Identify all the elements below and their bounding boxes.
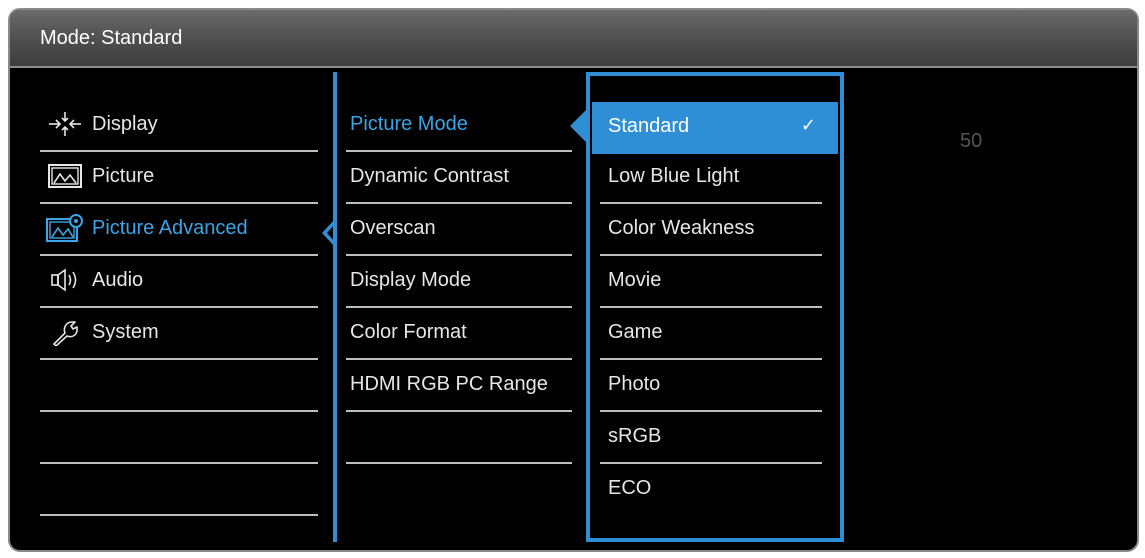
submenu-item-overscan[interactable]: Overscan [346, 204, 572, 256]
option-label: Low Blue Light [608, 165, 740, 187]
option-game[interactable]: Game [592, 308, 822, 360]
submenu-item-label: Dynamic Contrast [350, 165, 509, 187]
options-pointer-icon [570, 106, 590, 146]
picture-advanced-icon [46, 214, 84, 242]
menu-item-picture-advanced[interactable]: Picture Advanced [40, 204, 318, 256]
option-label: sRGB [608, 425, 662, 447]
osd-header: Mode: Standard [10, 10, 1137, 68]
menu-item-empty [40, 464, 318, 516]
option-label: Color Weakness [608, 217, 755, 239]
submenu-item-picture-mode[interactable]: Picture Mode [346, 100, 572, 152]
mode-title: Mode: Standard [40, 27, 183, 49]
option-srgb[interactable]: sRGB [592, 412, 822, 464]
menu-item-empty [40, 412, 318, 464]
divider [40, 514, 318, 516]
value-readout: 50 [960, 130, 983, 152]
option-low-blue-light[interactable]: Low Blue Light [592, 152, 822, 204]
option-standard[interactable]: Standard ✓ [592, 102, 838, 154]
submenu-item-label: Picture Mode [350, 113, 468, 135]
option-label: ECO [608, 477, 652, 499]
submenu-item-display-mode[interactable]: Display Mode [346, 256, 572, 308]
menu-item-label: Audio [92, 268, 144, 291]
submenu-item-label: HDMI RGB PC Range [350, 373, 548, 395]
option-eco[interactable]: ECO [592, 464, 822, 516]
submenu-item-dynamic-contrast[interactable]: Dynamic Contrast [346, 152, 572, 204]
option-movie[interactable]: Movie [592, 256, 822, 308]
display-arrows-icon [46, 110, 84, 138]
submenu-item-label: Color Format [350, 321, 467, 343]
menu-item-label: Display [92, 112, 158, 135]
active-menu-indicator-icon [322, 219, 335, 247]
option-label: Game [608, 321, 663, 343]
submenu-item-empty [346, 412, 572, 464]
submenu-item-hdmi-rgb-pc-range[interactable]: HDMI RGB PC Range [346, 360, 572, 412]
submenu-item-color-format[interactable]: Color Format [346, 308, 572, 360]
option-label: Standard [608, 115, 690, 137]
submenu-item-label: Overscan [350, 217, 436, 239]
checkmark-icon: ✓ [800, 115, 816, 135]
menu-item-picture[interactable]: Picture [40, 152, 318, 204]
menu-item-empty [40, 360, 318, 412]
option-label: Movie [608, 269, 662, 291]
option-color-weakness[interactable]: Color Weakness [592, 204, 822, 256]
divider [346, 462, 572, 464]
wrench-icon [46, 318, 84, 346]
option-label: Photo [608, 373, 661, 395]
speaker-icon [46, 266, 84, 294]
picture-mountain-icon [46, 162, 84, 190]
menu-item-display[interactable]: Display [40, 100, 318, 152]
menu-item-audio[interactable]: Audio [40, 256, 318, 308]
menu-item-label: System [92, 320, 159, 343]
menu-item-system[interactable]: System [40, 308, 318, 360]
menu-item-label: Picture [92, 164, 155, 187]
submenu-item-label: Display Mode [350, 269, 472, 291]
option-photo[interactable]: Photo [592, 360, 822, 412]
column-separator [333, 72, 337, 542]
menu-item-label: Picture Advanced [92, 216, 248, 239]
